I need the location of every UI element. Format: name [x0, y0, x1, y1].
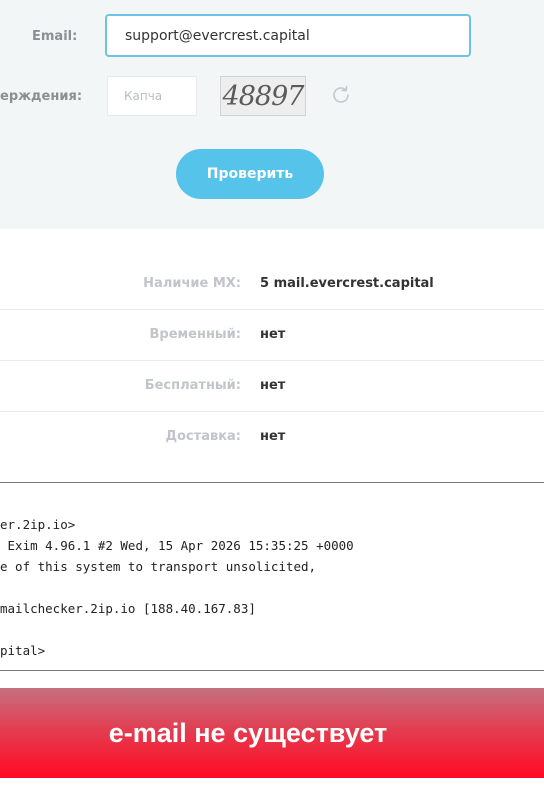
check-button[interactable]: Проверить	[176, 149, 324, 199]
email-input[interactable]	[105, 14, 471, 57]
result-row-temporary: Временный: нет	[0, 310, 544, 361]
result-label: Временный:	[149, 327, 241, 342]
results-table: Наличие MX: 5 mail.evercrest.capital Вре…	[0, 259, 544, 462]
result-row-free: Бесплатный: нет	[0, 361, 544, 412]
captcha-label: ерждения:	[0, 89, 83, 104]
result-row-mx: Наличие MX: 5 mail.evercrest.capital	[0, 259, 544, 310]
result-label: Наличие MX:	[143, 276, 241, 291]
log-line: e of this system to transport unsolicite…	[0, 559, 317, 574]
log-line: mailchecker.2ip.io [188.40.167.83]	[0, 601, 256, 616]
refresh-captcha-icon[interactable]	[329, 83, 353, 107]
result-value: нет	[260, 429, 286, 444]
result-value: 5 mail.evercrest.capital	[260, 276, 434, 291]
smtp-log: er.2ip.io> Exim 4.96.1 #2 Wed, 15 Apr 20…	[0, 482, 544, 671]
log-line: pital>	[0, 643, 46, 658]
captcha-image: 48897	[220, 76, 306, 116]
result-row-delivery: Доставка: нет	[0, 412, 544, 462]
log-line: er.2ip.io>	[0, 517, 76, 532]
result-value: нет	[260, 378, 286, 393]
result-banner: e-mail не существует	[0, 688, 544, 778]
result-value: нет	[260, 327, 286, 342]
result-label: Доставка:	[165, 429, 241, 444]
log-line: Exim 4.96.1 #2 Wed, 15 Apr 2026 15:35:25…	[0, 538, 354, 553]
check-form: Email: ерждения: 48897 Проверить	[0, 0, 544, 229]
email-label: Email:	[32, 29, 78, 44]
result-banner-text: e-mail не существует	[108, 717, 388, 748]
result-label: Бесплатный:	[144, 378, 241, 393]
captcha-input[interactable]	[107, 76, 197, 116]
